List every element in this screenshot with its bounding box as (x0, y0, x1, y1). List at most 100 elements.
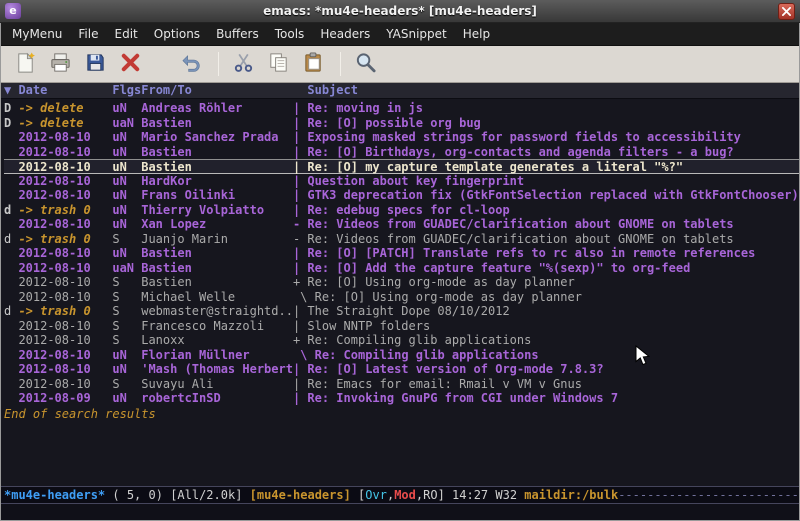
column-header-flags[interactable]: Flgs (112, 83, 141, 98)
header-row[interactable]: 2012-08-10SFrancesco Mazzoli| Slow NNTP … (4, 319, 799, 334)
toolbar-button-undo[interactable] (175, 49, 207, 79)
flags-cell: S (112, 377, 141, 392)
header-row[interactable]: 2012-08-10uNBastien| Re: [O] [PATCH] Tra… (4, 246, 799, 261)
header-row[interactable]: D-> deleteuNAndreas Röhler| Re: moving i… (4, 101, 799, 116)
column-header-date[interactable]: ▼ Date (4, 83, 112, 98)
modeline-segment-buffer: *mu4e-headers* (4, 488, 105, 502)
toolbar-button-close-buffer[interactable] (114, 49, 146, 79)
copy-icon (267, 51, 290, 78)
from-cell: Bastien (141, 160, 293, 175)
header-row[interactable]: 2012-08-10uNFlorian Müllner \ Re: Compil… (4, 348, 799, 363)
toolbar-button-print[interactable] (44, 49, 76, 79)
headers-buffer[interactable]: D-> deleteuNAndreas Röhler| Re: moving i… (1, 99, 799, 486)
menu-buffers[interactable]: Buffers (208, 25, 267, 43)
date-cell: 2012-08-10 (18, 174, 112, 189)
menu-file[interactable]: File (70, 25, 106, 43)
modeline-segment-ovr: Ovr (365, 488, 387, 502)
modeline-segment-mod: Mod (394, 488, 416, 502)
date-cell: 2012-08-10 (18, 275, 112, 290)
flags-cell: S (112, 232, 141, 247)
toolbar-button-save[interactable] (79, 49, 111, 79)
menu-headers[interactable]: Headers (312, 25, 378, 43)
header-row[interactable]: 2012-08-10SSuvayu Ali| Re: Emacs for ema… (4, 377, 799, 392)
flags-cell: uN (112, 348, 141, 363)
column-header-subject[interactable]: Subject (293, 83, 358, 98)
date-cell: 2012-08-10 (18, 290, 112, 305)
header-row[interactable]: 2012-08-10uaNBastien| Re: [O] Add the ca… (4, 261, 799, 276)
header-row[interactable]: 2012-08-09uNrobertcInSD| Re: Invoking Gn… (4, 391, 799, 406)
flags-cell: uN (112, 160, 141, 175)
header-row[interactable]: 2012-08-10uNMario Sanchez Prada| Exposin… (4, 130, 799, 145)
header-row[interactable]: 2012-08-10SLanoxx+ Re: Compiling glib ap… (4, 333, 799, 348)
end-of-search-results: End of search results (4, 407, 799, 422)
menu-yasnippet[interactable]: YASnippet (378, 25, 455, 43)
header-row[interactable]: 2012-08-10uNXan Lopez- Re: Videos from G… (4, 217, 799, 232)
date-cell: -> trash 0 (18, 232, 112, 247)
flags-cell: uN (112, 362, 141, 377)
subject-cell: Exposing masked strings for password fie… (307, 130, 740, 144)
flags-cell: uN (112, 217, 141, 232)
flags-cell: uN (112, 130, 141, 145)
modeline-segment-plain: 14:27 (452, 488, 495, 502)
toolbar-button-paste[interactable] (297, 49, 329, 79)
window-close-button[interactable] (778, 3, 795, 20)
from-cell: robertcInSD (141, 391, 293, 406)
from-cell: Andreas Röhler (141, 101, 293, 116)
menu-mymenu[interactable]: MyMenu (4, 25, 70, 43)
date-cell: 2012-08-10 (18, 333, 112, 348)
menu-edit[interactable]: Edit (107, 25, 146, 43)
from-cell: Juanjo Marin (141, 232, 293, 247)
mark-char: d (4, 203, 18, 218)
header-row[interactable]: 2012-08-10SBastien+ Re: [O] Using org-mo… (4, 275, 799, 290)
date-cell: 2012-08-10 (18, 130, 112, 145)
toolbar-button-search[interactable] (349, 49, 381, 79)
menu-bar: MyMenuFileEditOptionsBuffersToolsHeaders… (1, 23, 799, 46)
thread-indicator: | (293, 391, 307, 405)
from-cell: Lanoxx (141, 333, 293, 348)
subject-cell: Question about key fingerprint (307, 174, 524, 188)
subject-cell: Re: [O] Latest version of Org-mode 7.8.3… (307, 362, 603, 376)
subject-cell: Re: Invoking GnuPG from CGI under Window… (307, 391, 618, 405)
menu-tools[interactable]: Tools (267, 25, 313, 43)
subject-cell: Re: [O] Using org-mode as day planner (315, 290, 582, 304)
echo-area[interactable] (1, 504, 799, 520)
header-row[interactable]: 2012-08-10uNBastien| Re: [O] Birthdays, … (4, 145, 799, 160)
toolbar-button-cut[interactable] (227, 49, 259, 79)
thread-indicator: | (293, 362, 307, 376)
header-row[interactable]: d-> trash 0Swebmaster@straightd...| The … (4, 304, 799, 319)
toolbar-button-copy[interactable] (262, 49, 294, 79)
search-icon (354, 51, 377, 78)
column-header-from[interactable]: From/To (141, 83, 293, 98)
flags-cell: uaN (112, 261, 141, 276)
flags-cell: uN (112, 203, 141, 218)
window-title: emacs: *mu4e-headers* [mu4e-headers] (0, 4, 800, 18)
thread-indicator: | (293, 188, 307, 202)
header-row[interactable]: d-> trash 0SJuanjo Marin- Re: Videos fro… (4, 232, 799, 247)
flags-cell: S (112, 290, 141, 305)
paste-icon (302, 51, 325, 78)
from-cell: Francesco Mazzoli (141, 319, 293, 334)
modeline-segment-plain: W32 (495, 488, 524, 502)
header-row[interactable]: 2012-08-10uNFrans Oilinki| GTK3 deprecat… (4, 188, 799, 203)
header-row-current[interactable]: 2012-08-10uNBastien| Re: [O] my capture … (4, 159, 799, 174)
thread-indicator: \ (293, 348, 315, 362)
modeline-segment-plain: [All/2.0k] (170, 488, 249, 502)
subject-cell: Re: Compiling glib applications (315, 348, 539, 362)
menu-help[interactable]: Help (455, 25, 498, 43)
title-bar[interactable]: e emacs: *mu4e-headers* [mu4e-headers] (0, 0, 800, 23)
header-row[interactable]: d-> trash 0uNThierry Volpiatto| Re: edeb… (4, 203, 799, 218)
header-row[interactable]: 2012-08-10SMichael Welle \ Re: [O] Using… (4, 290, 799, 305)
subject-cell: Re: edebug specs for cl-loop (307, 203, 509, 217)
cut-icon (232, 51, 255, 78)
header-row[interactable]: D-> deleteuaNBastien| Re: [O] possible o… (4, 116, 799, 131)
toolbar-button-new-file[interactable] (9, 49, 41, 79)
flags-cell: uN (112, 145, 141, 160)
header-row[interactable]: 2012-08-10uNHardKor| Question about key … (4, 174, 799, 189)
date-cell: 2012-08-10 (18, 246, 112, 261)
header-row[interactable]: 2012-08-10uN'Mash (Thomas Herbert)| Re: … (4, 362, 799, 377)
flags-cell: S (112, 333, 141, 348)
modeline-segment-dashes: ----------------------------------------… (618, 488, 799, 502)
menu-options[interactable]: Options (146, 25, 208, 43)
date-cell: -> trash 0 (18, 203, 112, 218)
thread-indicator: | (293, 203, 307, 217)
